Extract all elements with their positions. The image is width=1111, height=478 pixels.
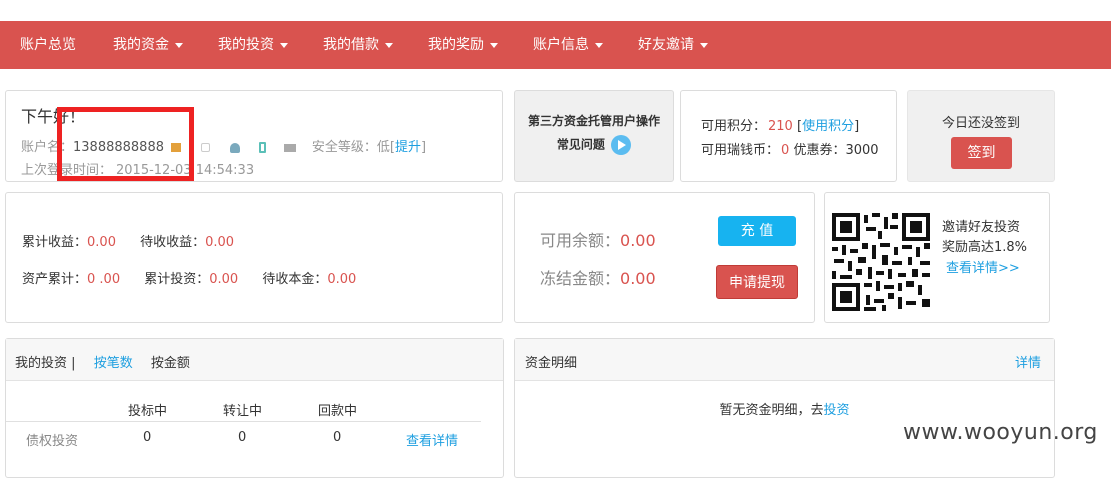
play-icon[interactable] bbox=[611, 135, 632, 155]
points-value: 210 bbox=[768, 119, 793, 134]
signin-card: 今日还没签到 签到 bbox=[907, 90, 1055, 182]
mail-icon[interactable] bbox=[283, 143, 296, 152]
signin-status: 今日还没签到 bbox=[941, 116, 1020, 131]
user-icon[interactable] bbox=[230, 142, 241, 153]
asset-total-value: 0 .00 bbox=[87, 272, 121, 287]
investments-panel: 我的投资 | 按笔数 按金额 投标中 转让中 回款中 债权投资 0 0 0 查看… bbox=[5, 338, 504, 478]
investments-title: 我的投资 bbox=[15, 356, 68, 371]
upgrade-security-link[interactable]: 提升 bbox=[395, 140, 421, 155]
invite-details-link[interactable]: 查看详情>> bbox=[946, 257, 1020, 276]
row-label: 债权投资 bbox=[26, 434, 79, 449]
points-label: 可用积分： bbox=[701, 119, 767, 134]
row-value-bidding: 0 bbox=[143, 430, 152, 445]
use-points-link[interactable]: 使用积分 bbox=[802, 119, 854, 134]
invite-card: 邀请好友投资 奖励高达1.8% 查看详情>> bbox=[824, 192, 1050, 323]
tab-by-count[interactable]: 按笔数 bbox=[94, 356, 133, 371]
col-header-transferring: 转让中 bbox=[223, 404, 263, 419]
pending-income-value: 0.00 bbox=[205, 235, 235, 250]
col-header-bidding: 投标中 bbox=[128, 404, 168, 419]
nav-item-my-loans[interactable]: 我的借款 bbox=[323, 21, 393, 69]
frozen-amount-label: 冻结金额： bbox=[540, 269, 621, 288]
security-value: 低 bbox=[376, 140, 390, 155]
chevron-down-icon bbox=[700, 42, 708, 48]
pending-principal-label: 待收本金： bbox=[262, 272, 328, 287]
coins-label: 可用瑞钱币： bbox=[701, 143, 780, 158]
qr-code bbox=[832, 213, 930, 311]
funds-invest-link[interactable]: 投资 bbox=[824, 403, 850, 418]
phone-icon[interactable] bbox=[258, 142, 266, 153]
chevron-down-icon bbox=[490, 42, 498, 48]
points-card: 可用积分： 210 [使用积分] 可用瑞钱币： 0 优惠券：3000 bbox=[680, 90, 897, 182]
watermark: www.wooyun.org bbox=[903, 420, 1098, 445]
highlight-box bbox=[57, 107, 194, 181]
chevron-down-icon bbox=[280, 42, 288, 48]
coupon-value: 3000 bbox=[845, 143, 879, 158]
row-value-transferring: 0 bbox=[238, 430, 247, 445]
funds-detail-link[interactable]: 详情 bbox=[1015, 352, 1041, 371]
frozen-amount-value: 0.00 bbox=[620, 269, 656, 288]
nav-item-my-investments[interactable]: 我的投资 bbox=[218, 21, 288, 69]
top-nav: 账户总览 我的资金 我的投资 我的借款 我的奖励 账户信息 好友邀请 bbox=[0, 21, 1111, 69]
security-label: 安全等级： bbox=[311, 140, 377, 155]
lock-icon[interactable] bbox=[201, 143, 211, 152]
faq-label: 常见问题 bbox=[556, 137, 605, 152]
funds-empty-text: 暂无资金明细，去 bbox=[719, 403, 824, 418]
pending-income-label: 待收收益： bbox=[140, 235, 206, 250]
invite-headline: 邀请好友投资 bbox=[942, 220, 1021, 235]
nav-item-invite-friends[interactable]: 好友邀请 bbox=[638, 21, 708, 69]
faq-title: 第三方资金托管用户操作 bbox=[527, 114, 660, 128]
table-divider bbox=[6, 421, 481, 422]
row-value-repaying: 0 bbox=[333, 430, 342, 445]
qr-code-icon bbox=[832, 213, 930, 311]
tab-by-amount[interactable]: 按金额 bbox=[151, 356, 190, 371]
faq-card[interactable]: 第三方资金托管用户操作 常见问题 bbox=[514, 90, 674, 182]
funds-header bbox=[515, 339, 1054, 381]
nav-item-my-funds[interactable]: 我的资金 bbox=[113, 21, 183, 69]
coins-value: 0 bbox=[781, 143, 790, 158]
nav-item-account-overview[interactable]: 账户总览 bbox=[20, 21, 76, 69]
funds-panel: 资金明细 详情 暂无资金明细，去投资 bbox=[514, 338, 1055, 478]
available-balance-label: 可用余额： bbox=[540, 231, 621, 250]
withdraw-button[interactable]: 申请提现 bbox=[716, 265, 798, 299]
col-header-repaying: 回款中 bbox=[318, 404, 358, 419]
pending-principal-value: 0.00 bbox=[327, 272, 357, 287]
nav-item-my-rewards[interactable]: 我的奖励 bbox=[428, 21, 498, 69]
chevron-down-icon bbox=[385, 42, 393, 48]
total-income-value: 0.00 bbox=[87, 235, 116, 250]
total-invest-value: 0.00 bbox=[209, 272, 239, 287]
chevron-down-icon bbox=[595, 42, 603, 48]
asset-total-label: 资产累计： bbox=[22, 272, 88, 287]
income-card: 累计收益：0.00 待收收益：0.00 资产累计：0 .00 累计投资：0.00… bbox=[5, 192, 503, 323]
invite-reward: 奖励高达1.8% bbox=[942, 240, 1028, 255]
total-invest-label: 累计投资： bbox=[144, 272, 210, 287]
recharge-button[interactable]: 充 值 bbox=[718, 216, 796, 246]
funds-title: 资金明细 bbox=[525, 356, 578, 371]
total-income-label: 累计收益： bbox=[22, 235, 88, 250]
chevron-down-icon bbox=[175, 42, 183, 48]
balance-card: 可用余额：0.00 冻结金额：0.00 充 值 申请提现 bbox=[514, 192, 815, 323]
signin-button[interactable]: 签到 bbox=[951, 137, 1012, 169]
coupon-label: 优惠券： bbox=[793, 143, 846, 158]
nav-item-account-info[interactable]: 账户信息 bbox=[533, 21, 603, 69]
row-details-link[interactable]: 查看详情 bbox=[406, 430, 458, 449]
available-balance-value: 0.00 bbox=[620, 231, 656, 250]
